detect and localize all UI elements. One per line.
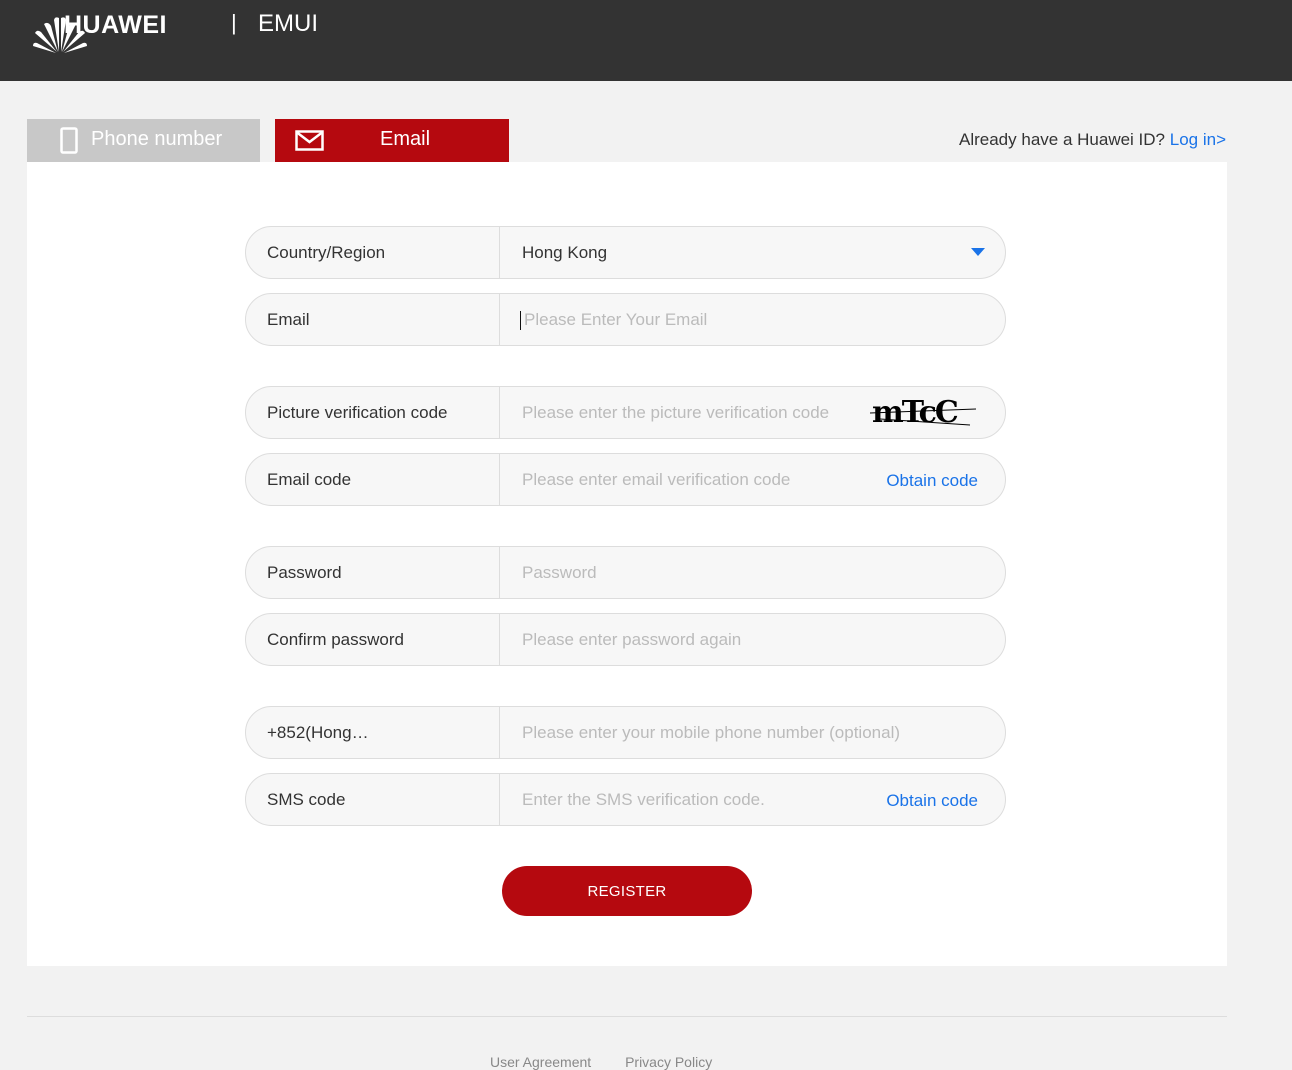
confirm-password-row: Confirm password xyxy=(245,613,1006,666)
email-field-row: Email xyxy=(245,293,1006,346)
phone-input[interactable] xyxy=(522,707,962,758)
login-link[interactable]: Log in> xyxy=(1170,130,1226,149)
sms-code-input[interactable] xyxy=(522,774,862,825)
footer-links: User Agreement Privacy Policy xyxy=(490,1054,742,1070)
password-row: Password xyxy=(245,546,1006,599)
country-region-select[interactable]: Country/Region Hong Kong xyxy=(245,226,1006,279)
captcha-image[interactable]: mTcC xyxy=(869,395,978,436)
top-bar: HUAWEI | EMUI xyxy=(0,0,1292,81)
field-divider xyxy=(499,707,500,758)
field-divider xyxy=(499,294,500,345)
footer-divider xyxy=(27,1016,1227,1017)
field-divider xyxy=(499,387,500,438)
field-divider xyxy=(499,614,500,665)
login-hint: Already have a Huawei ID? Log in> xyxy=(959,130,1226,150)
field-divider xyxy=(499,547,500,598)
text-caret xyxy=(520,311,521,330)
sms-code-label: SMS code xyxy=(267,790,346,809)
email-code-row: Email code Obtain code xyxy=(245,453,1006,506)
email-code-label: Email code xyxy=(267,470,352,489)
confirm-password-input[interactable] xyxy=(522,614,862,665)
field-divider xyxy=(499,774,500,825)
tab-phone-number[interactable]: Phone number xyxy=(27,119,260,162)
obtain-sms-code-button[interactable]: Obtain code xyxy=(886,774,978,827)
tab-email-label: Email xyxy=(380,128,431,150)
user-agreement-link[interactable]: User Agreement xyxy=(490,1054,591,1070)
email-label: Email xyxy=(267,310,310,329)
picture-code-row: Picture verification code mTcC xyxy=(245,386,1006,439)
picture-code-input[interactable] xyxy=(522,387,862,438)
chevron-down-icon[interactable] xyxy=(971,248,985,256)
country-code-select[interactable]: +852(Hong… xyxy=(267,707,369,758)
confirm-password-label: Confirm password xyxy=(267,630,404,649)
login-hint-text: Already have a Huawei ID? xyxy=(959,130,1166,149)
brand-name: HUAWEI xyxy=(64,11,167,39)
country-region-label: Country/Region xyxy=(267,243,386,262)
privacy-policy-link[interactable]: Privacy Policy xyxy=(625,1054,712,1070)
country-region-value[interactable]: Hong Kong xyxy=(522,227,942,278)
tab-phone-number-label: Phone number xyxy=(91,128,223,150)
brand-separator: | xyxy=(231,10,237,35)
field-divider xyxy=(499,454,500,505)
phone-icon xyxy=(60,127,78,160)
obtain-email-code-button[interactable]: Obtain code xyxy=(886,454,978,507)
tab-email[interactable]: Email xyxy=(275,119,509,162)
sms-code-row: SMS code Obtain code xyxy=(245,773,1006,826)
phone-row: +852(Hong… xyxy=(245,706,1006,759)
field-divider xyxy=(499,227,500,278)
password-label: Password xyxy=(267,563,342,582)
email-code-input[interactable] xyxy=(522,454,862,505)
mail-icon xyxy=(295,130,324,157)
product-name: EMUI xyxy=(258,10,318,37)
email-input[interactable] xyxy=(524,294,864,345)
password-input[interactable] xyxy=(522,547,862,598)
register-button[interactable]: REGISTER xyxy=(502,866,752,916)
picture-code-label: Picture verification code xyxy=(267,403,448,422)
